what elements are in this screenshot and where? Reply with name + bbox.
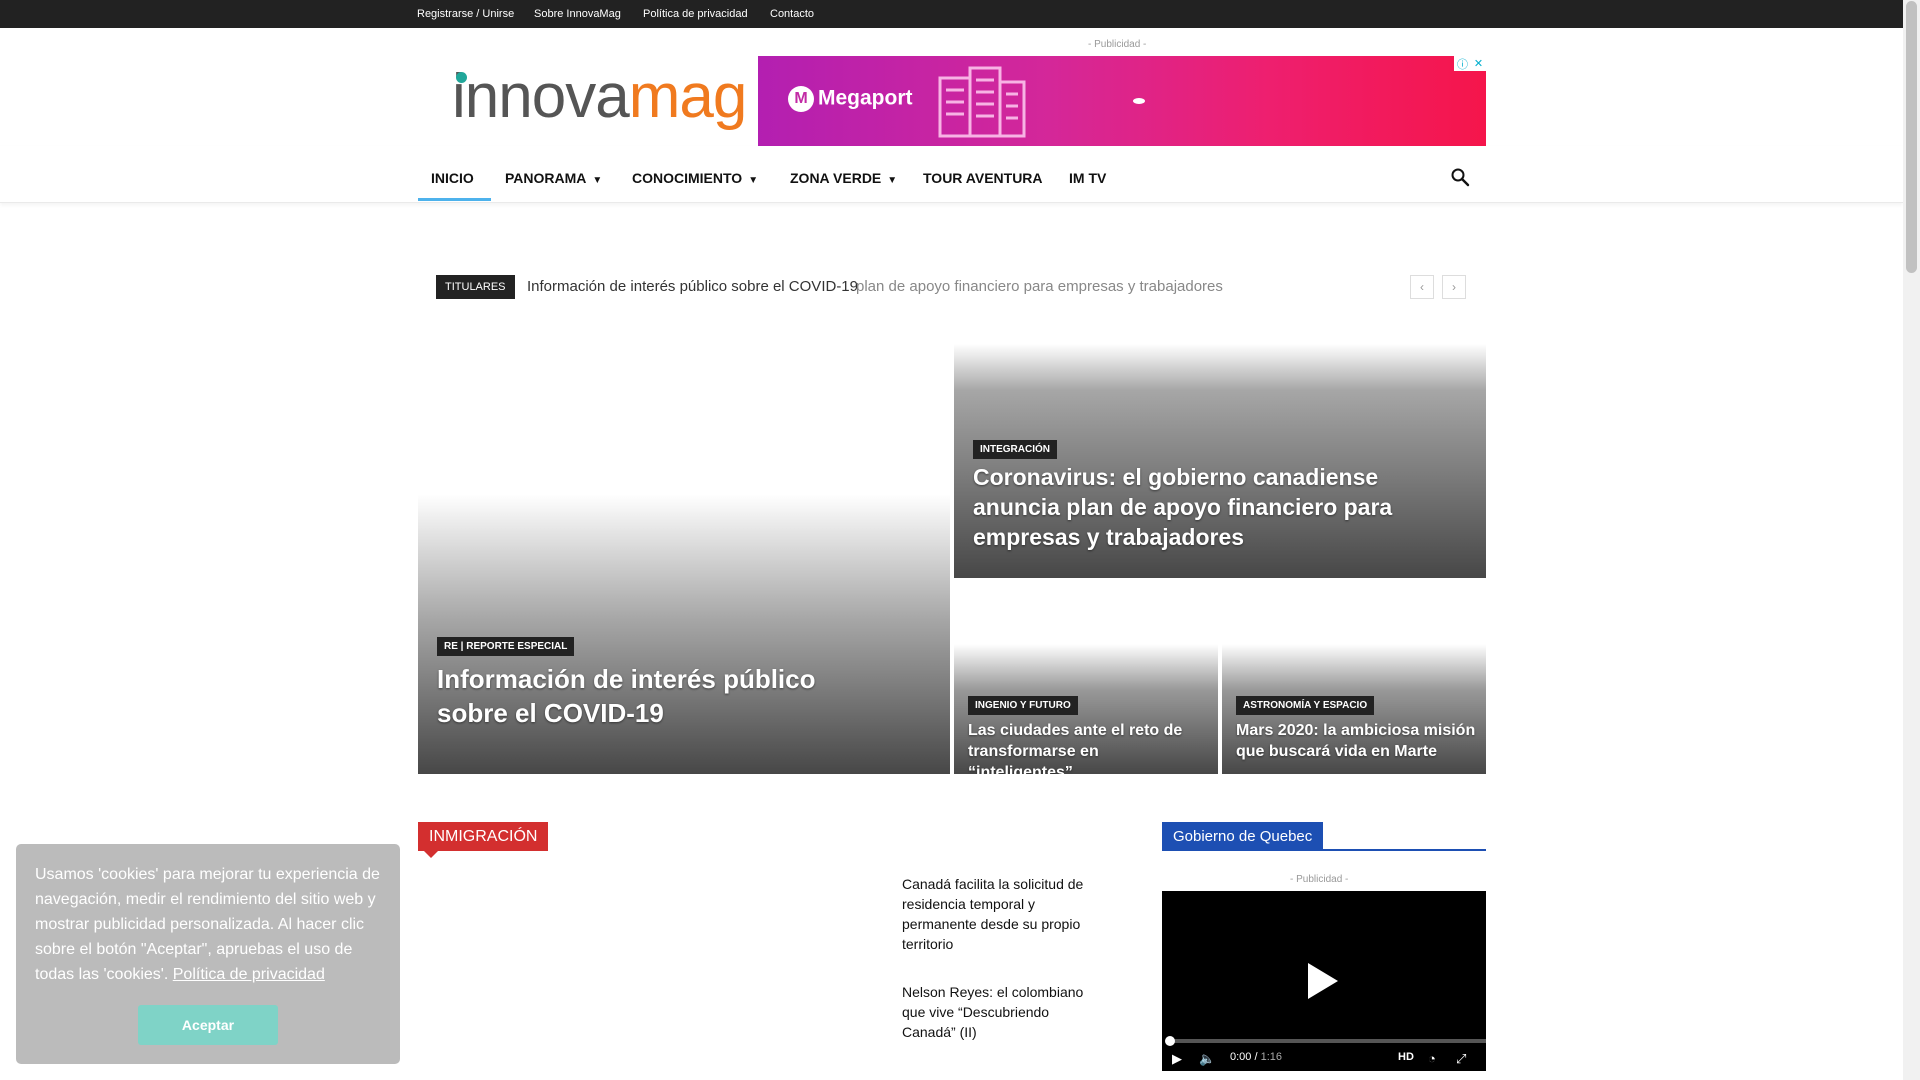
- about-link[interactable]: Sobre InnovaMag: [534, 8, 621, 20]
- hero-top-right-title[interactable]: Coronavirus: el gobierno canadiense anun…: [973, 462, 1443, 552]
- fullscreen-icon[interactable]: ⤢: [1456, 1051, 1466, 1067]
- chevron-down-icon: ▼: [592, 175, 603, 186]
- video-progress-bar[interactable]: [1168, 1039, 1486, 1043]
- quality-button[interactable]: HD: [1398, 1051, 1414, 1063]
- contact-link[interactable]: Contacto: [770, 8, 814, 20]
- ticker-prev-button[interactable]: ‹: [1410, 275, 1434, 299]
- server-illustration: [938, 66, 1026, 138]
- ticker-headline-fading[interactable]: plan de apoyo financiero para empresas y…: [856, 278, 1223, 295]
- banner-ad[interactable]: M Megaport ⓘ ✕: [758, 56, 1486, 146]
- hero-bottom-right-tile[interactable]: ASTRONOMÍA Y ESPACIO Mars 2020: la ambic…: [1222, 582, 1486, 774]
- close-icon[interactable]: ✕: [1474, 57, 1483, 70]
- megaport-logo-icon: M: [788, 86, 814, 112]
- ad-controls[interactable]: ⓘ ✕: [1454, 56, 1486, 71]
- main-nav: INICIO PANORAMA ▼ CONOCIMIENTO ▼ ZONA VERD…: [0, 146, 1903, 203]
- article-link[interactable]: Canadá facilita la solicitud de residenc…: [902, 874, 1102, 954]
- hero-bottom-left-tile[interactable]: INGENIO Y FUTURO Las ciudades ante el re…: [954, 582, 1218, 774]
- section-heading-gobierno-quebec[interactable]: Gobierno de Quebec: [1162, 822, 1324, 851]
- nav-item-inicio[interactable]: INICIO: [431, 170, 474, 186]
- article-link[interactable]: Nelson Reyes: el colombiano que vive “De…: [902, 982, 1102, 1042]
- hero-shade: [418, 494, 950, 774]
- video-time: 0:00 / 1:16: [1230, 1051, 1283, 1063]
- nav-active-indicator: [418, 198, 491, 201]
- logo-text-mag: mag: [628, 62, 748, 131]
- top-bar: Registrarse / Unirse Sobre InnovaMag Pol…: [0, 0, 1903, 28]
- video-player[interactable]: ▶ 🔈 0:00 / 1:16 HD ◔ ⤢: [1162, 891, 1486, 1071]
- play-icon[interactable]: ▶: [1172, 1051, 1182, 1067]
- logo-text-innova: innova: [452, 62, 630, 131]
- cookie-policy-link[interactable]: Política de privacidad: [173, 966, 325, 983]
- ad-label: - Publicidad -: [1088, 39, 1147, 50]
- sidebar-ad-label: - Publicidad -: [1290, 874, 1349, 885]
- scrollbar-thumb[interactable]: [1906, 1, 1917, 273]
- category-badge[interactable]: INGENIO Y FUTURO: [968, 696, 1078, 715]
- category-badge[interactable]: RE | REPORTE ESPECIAL: [437, 637, 575, 656]
- nav-item-tour-aventura[interactable]: TOUR AVENTURA: [923, 170, 1043, 186]
- page-scrollbar[interactable]: [1903, 0, 1920, 1080]
- ticker-headline[interactable]: Información de interés público sobre el …: [527, 278, 858, 295]
- speed-icon[interactable]: ◔: [1428, 1051, 1436, 1066]
- adchoices-icon[interactable]: ⓘ: [1457, 56, 1468, 72]
- accept-cookies-button[interactable]: Aceptar: [138, 1005, 278, 1045]
- play-icon[interactable]: [1308, 963, 1338, 999]
- cookie-banner: Usamos 'cookies' para mejorar tu experie…: [16, 844, 400, 1064]
- nav-item-zona-verde[interactable]: ZONA VERDE ▼: [790, 170, 897, 186]
- chevron-down-icon: ▼: [887, 175, 898, 186]
- hero-main-tile[interactable]: RE | REPORTE ESPECIAL Información de int…: [418, 344, 950, 774]
- chevron-down-icon: ▼: [748, 175, 759, 186]
- search-icon[interactable]: [1450, 167, 1470, 187]
- nav-item-conocimiento[interactable]: CONOCIMIENTO ▼: [632, 170, 758, 186]
- ticker-badge: TITULARES: [436, 275, 515, 299]
- register-link[interactable]: Registrarse / Unirse: [417, 8, 514, 20]
- ticker-next-button[interactable]: ›: [1442, 275, 1466, 299]
- heading-underline: [1162, 849, 1486, 851]
- hero-top-right-tile[interactable]: INTEGRACIÓN Coronavirus: el gobierno can…: [954, 344, 1486, 578]
- hero-bottom-right-title[interactable]: Mars 2020: la ambiciosa misión que busca…: [1236, 720, 1476, 762]
- section-heading-inmigracion[interactable]: INMIGRACIÓN: [418, 822, 549, 851]
- banner-decoration: [1133, 98, 1145, 104]
- nav-item-panorama[interactable]: PANORAMA ▼: [505, 170, 602, 186]
- cookie-message: Usamos 'cookies' para mejorar tu experie…: [35, 866, 380, 983]
- video-scrubber[interactable]: [1165, 1036, 1175, 1046]
- logo-dot: [456, 72, 467, 83]
- hero-bottom-left-title[interactable]: Las ciudades ante el reto de transformar…: [968, 720, 1208, 774]
- site-logo[interactable]: innovamag: [452, 66, 747, 128]
- mute-icon[interactable]: 🔈: [1199, 1051, 1215, 1067]
- privacy-link[interactable]: Política de privacidad: [643, 8, 748, 20]
- hero-main-title[interactable]: Información de interés público sobre el …: [437, 662, 857, 730]
- banner-brand: M Megaport: [788, 86, 913, 112]
- category-badge[interactable]: INTEGRACIÓN: [973, 440, 1057, 459]
- category-badge[interactable]: ASTRONOMÍA Y ESPACIO: [1236, 696, 1375, 715]
- heading-arrow: [424, 851, 438, 858]
- nav-item-im-tv[interactable]: IM TV: [1069, 170, 1106, 186]
